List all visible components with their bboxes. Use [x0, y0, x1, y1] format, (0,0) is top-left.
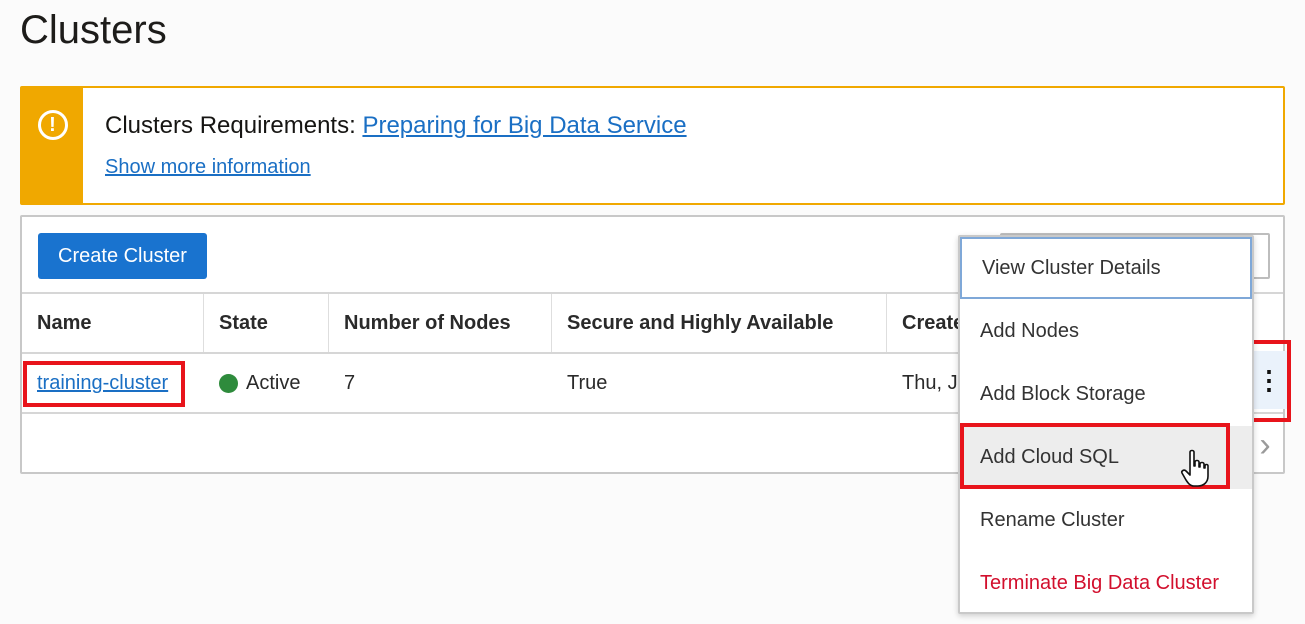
column-header-secure[interactable]: Secure and Highly Available	[552, 294, 887, 352]
column-header-nodes[interactable]: Number of Nodes	[329, 294, 552, 352]
menu-item-rename-cluster[interactable]: Rename Cluster	[960, 489, 1252, 552]
page-title: Clusters	[20, 8, 167, 52]
warning-circle-icon: !	[37, 110, 68, 140]
notice-icon-bar: !	[22, 88, 83, 203]
notice-body: Clusters Requirements: Preparing for Big…	[83, 88, 687, 203]
menu-item-add-block-storage[interactable]: Add Block Storage	[960, 363, 1252, 426]
preparing-link[interactable]: Preparing for Big Data Service	[362, 112, 686, 139]
create-cluster-button[interactable]: Create Cluster	[38, 233, 207, 279]
requirements-notice: ! Clusters Requirements: Preparing for B…	[20, 86, 1285, 205]
notice-text: Clusters Requirements: Preparing for Big…	[105, 112, 687, 140]
menu-item-view-details[interactable]: View Cluster Details	[960, 237, 1252, 299]
hand-pointer-icon	[1181, 449, 1209, 487]
show-more-link[interactable]: Show more information	[105, 156, 311, 179]
menu-item-add-nodes[interactable]: Add Nodes	[960, 300, 1252, 363]
column-header-state[interactable]: State	[204, 294, 329, 352]
highlight-cluster-name	[23, 361, 185, 407]
notice-prefix: Clusters Requirements:	[105, 112, 363, 139]
active-status-icon	[219, 373, 238, 393]
cell-created: Thu, J	[902, 371, 958, 394]
cell-state: Active	[204, 354, 329, 412]
cell-secure: True	[567, 371, 608, 394]
menu-item-terminate[interactable]: Terminate Big Data Cluster	[960, 552, 1252, 615]
state-text: Active	[246, 371, 301, 394]
column-header-name[interactable]: Name	[22, 294, 204, 352]
cell-nodes: 7	[344, 371, 356, 394]
next-page-chevron-icon[interactable]: ›	[1250, 425, 1280, 465]
